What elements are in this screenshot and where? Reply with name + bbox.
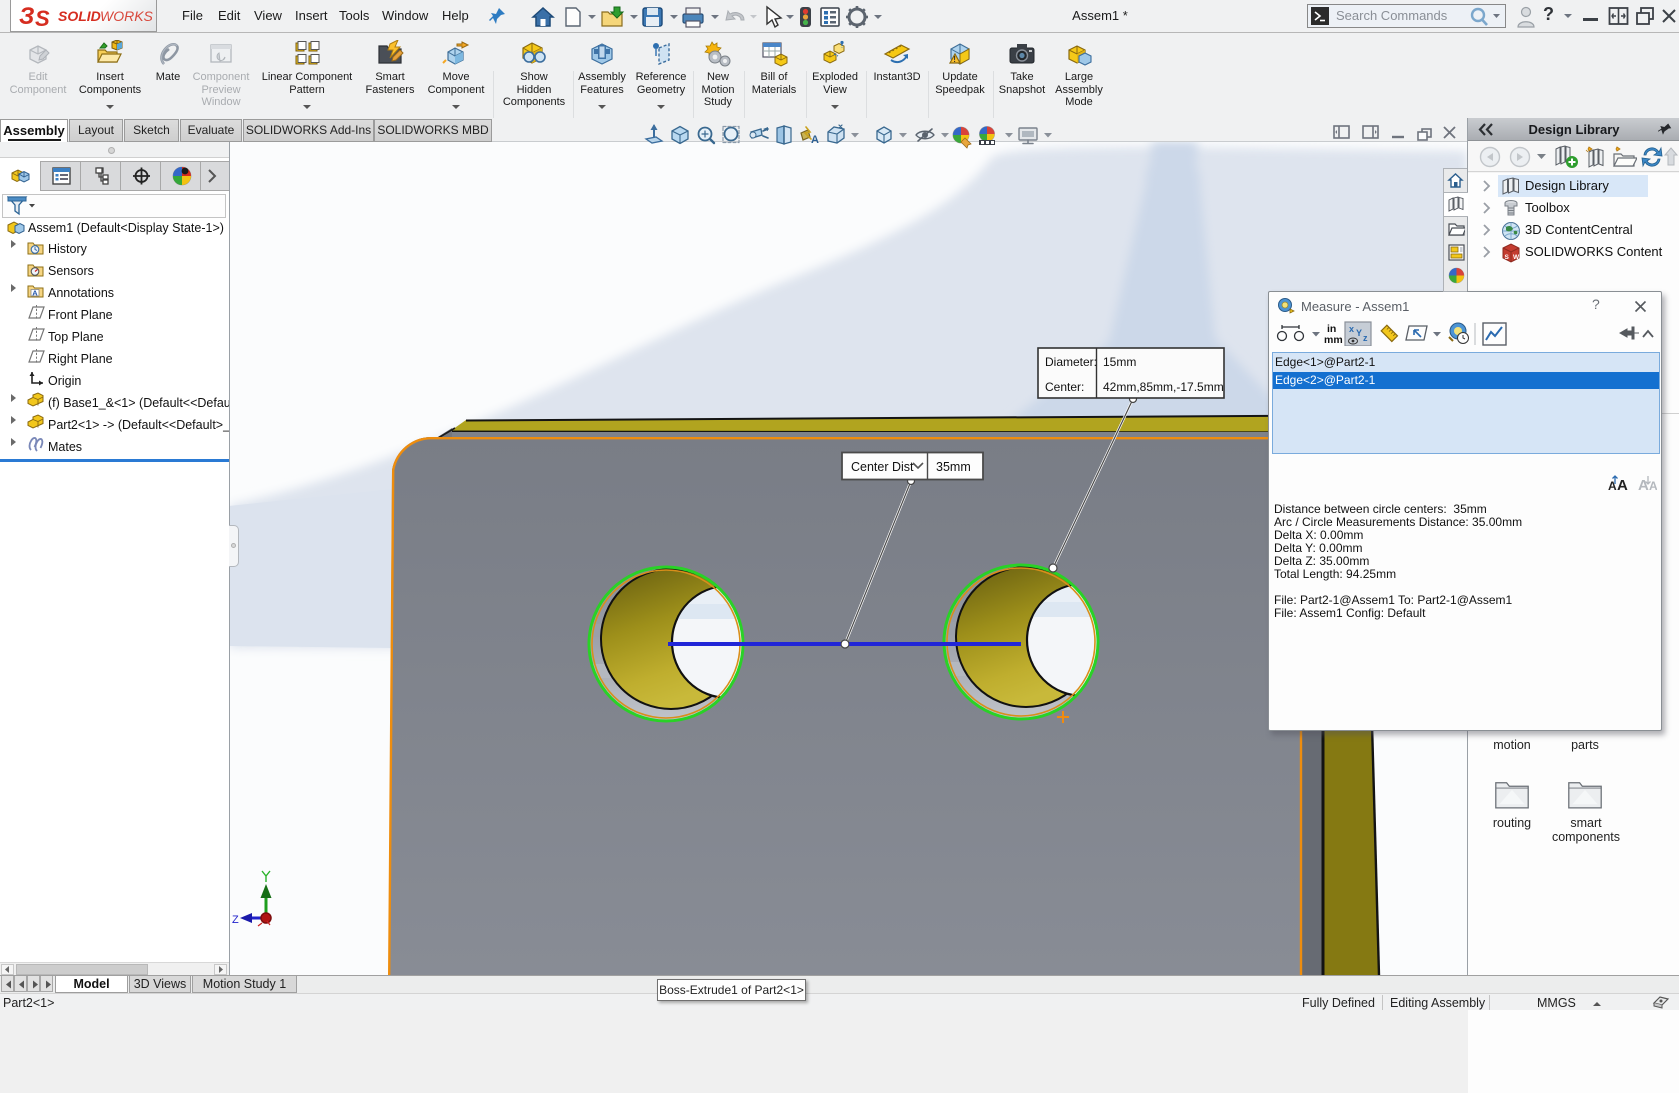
svg-text:Center Dist: Center Dist <box>851 460 914 474</box>
svg-text:S: S <box>35 6 50 31</box>
svg-text:Assem1 (Default<Display State: Assem1 (Default<Display State-1>) <box>28 221 224 235</box>
svg-text:З: З <box>19 3 34 30</box>
svg-text:42mm,85mm,-17.5mm: 42mm,85mm,-17.5mm <box>1103 380 1224 394</box>
svg-text:Annotations: Annotations <box>48 286 114 300</box>
svg-text:W: W <box>1513 254 1520 261</box>
svg-text:Front Plane: Front Plane <box>48 308 113 322</box>
svg-text:Diameter:: Diameter: <box>1045 355 1097 369</box>
svg-text:Sensors: Sensors <box>48 264 94 278</box>
svg-text:Part2<1> -> (Default<<Default>: Part2<1> -> (Default<<Default>_ <box>48 418 229 432</box>
svg-text:!: ! <box>953 55 956 64</box>
svg-text:15mm: 15mm <box>1103 355 1136 369</box>
svg-text:A: A <box>1638 477 1649 494</box>
svg-text:SOLID: SOLID <box>58 8 101 24</box>
svg-text:A: A <box>1649 479 1657 493</box>
svg-text:A: A <box>811 134 819 146</box>
svg-text:Right Plane: Right Plane <box>48 352 113 366</box>
svg-text:A: A <box>1617 477 1628 494</box>
svg-text:History: History <box>48 242 88 256</box>
svg-text:A: A <box>1608 479 1617 493</box>
svg-text:S: S <box>1505 254 1510 261</box>
svg-text:Mates: Mates <box>48 440 82 454</box>
svg-text:Top Plane: Top Plane <box>48 330 104 344</box>
svg-text:Center:: Center: <box>1045 380 1084 394</box>
svg-text:mm: mm <box>1324 334 1343 346</box>
svg-text:z: z <box>1363 333 1368 343</box>
svg-text:Origin: Origin <box>48 374 81 388</box>
svg-text:Y: Y <box>1356 328 1362 338</box>
svg-text:A: A <box>32 289 38 298</box>
svg-text:x: x <box>1349 324 1354 334</box>
svg-text:(f) Base1_&<1> (Default<<Defau: (f) Base1_&<1> (Default<<Defaul <box>48 396 229 410</box>
svg-text:Z: Z <box>232 914 239 926</box>
svg-text:35mm: 35mm <box>936 460 971 474</box>
svg-text:WORKS: WORKS <box>100 8 154 24</box>
